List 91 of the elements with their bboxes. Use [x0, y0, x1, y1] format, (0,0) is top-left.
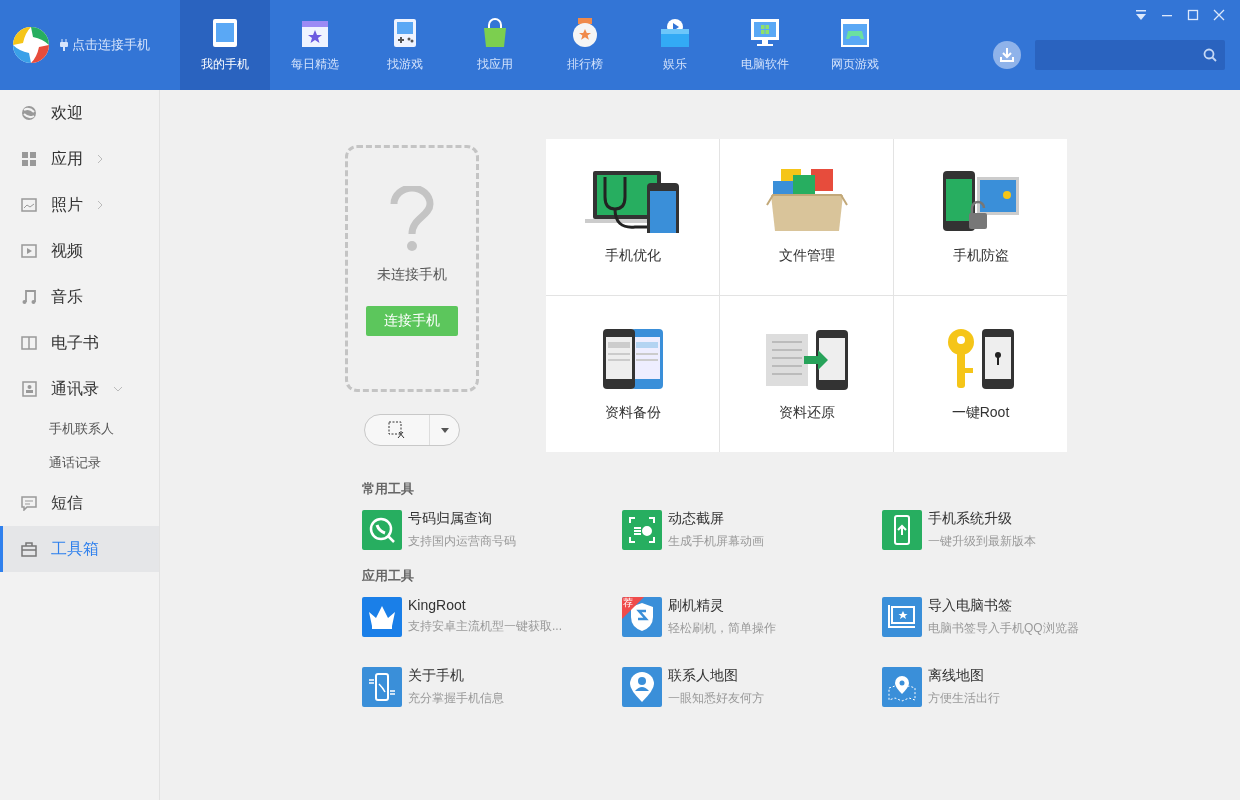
tool-item[interactable]: 导入电脑书签 电脑书签导入手机QQ浏览器	[882, 597, 1142, 637]
sidebar-item[interactable]: 应用	[0, 136, 159, 182]
tool-name: 联系人地图	[668, 667, 739, 685]
nav-tab[interactable]: 找游戏	[360, 0, 450, 90]
feature-tile[interactable]: 手机防盗	[894, 139, 1067, 295]
tool-name: 号码归属查询	[408, 510, 493, 528]
tool-name: 关于手机	[408, 667, 465, 685]
media-box-icon	[660, 17, 690, 48]
feature-tile[interactable]: 文件管理	[720, 139, 893, 295]
sidebar-item[interactable]: 视频	[0, 228, 159, 274]
tool-item[interactable]: 号码归属查询 支持国内运营商号码	[362, 510, 622, 550]
sidebar-item[interactable]: 欢迎	[0, 90, 159, 136]
tool-name: 离线地图	[928, 667, 985, 685]
tool-description: 充分掌握手机信息	[408, 690, 504, 707]
sidebar-subitem[interactable]: 手机联系人	[0, 412, 159, 446]
feature-tile[interactable]: 资料还原	[720, 296, 893, 452]
phone-status-text: 未连接手机	[377, 266, 447, 284]
sidebar-item[interactable]: 短信	[0, 480, 159, 526]
bookmark-screen-icon	[887, 603, 917, 631]
tool-description: 生成手机屏幕动画	[668, 533, 764, 550]
screenshot-split-button[interactable]	[364, 414, 460, 446]
tool-description: 轻松刷机，简单操作	[668, 620, 776, 637]
tool-description: 一键升级到最新版本	[928, 533, 1036, 550]
sidebar-item[interactable]: 通讯录	[0, 366, 159, 412]
tool-name: 刷机精灵	[668, 597, 725, 615]
nav-tab[interactable]: 网页游戏	[810, 0, 900, 90]
connect-phone-link[interactable]: 点击连接手机	[60, 36, 150, 54]
usb-plug-icon	[60, 39, 68, 51]
crop-scissors-icon	[387, 420, 407, 440]
message-icon	[21, 495, 37, 511]
tool-name: 手机系统升级	[928, 510, 1013, 528]
tool-item[interactable]: 荐 刷机精灵 轻松刷机，简单操作	[622, 597, 882, 637]
nav-tab[interactable]: 每日精选	[270, 0, 360, 90]
screen-capture-icon	[628, 516, 656, 544]
tool-description: 支持安卓主流机型一键获取...	[408, 618, 562, 635]
feature-tile[interactable]: 一键Root	[894, 296, 1067, 452]
nav-tab[interactable]: 我的手机	[180, 0, 270, 90]
close-icon[interactable]	[1213, 9, 1225, 21]
sidebar-item[interactable]: 照片	[0, 182, 159, 228]
tool-description: 方便生活出行	[928, 690, 1000, 707]
play-box-icon	[21, 244, 37, 258]
dropdown-menu-icon[interactable]	[1135, 9, 1147, 21]
nav-tab[interactable]: 娱乐	[630, 0, 720, 90]
monitor-icon	[750, 17, 780, 48]
search-field[interactable]	[1035, 40, 1225, 70]
tablet-icon	[212, 17, 238, 48]
tool-item[interactable]: 手机系统升级 一键升级到最新版本	[882, 510, 1142, 550]
browser-game-icon	[840, 17, 870, 48]
tool-item[interactable]: 联系人地图 一眼知悉好友何方	[622, 667, 882, 707]
tool-name: KingRoot	[408, 597, 467, 613]
app-logo-icon	[12, 26, 50, 64]
search-icon[interactable]	[1203, 48, 1217, 62]
shopping-bag-icon	[481, 17, 509, 48]
tool-item[interactable]: 动态截屏 生成手机屏幕动画	[622, 510, 882, 550]
feature-tile[interactable]: 手机优化	[546, 139, 719, 295]
music-note-icon	[21, 289, 37, 305]
person-pin-icon	[629, 671, 655, 703]
tool-item[interactable]: 关于手机 充分掌握手机信息	[362, 667, 622, 707]
section-title: 常用工具	[362, 480, 415, 498]
tool-name: 动态截屏	[668, 510, 725, 528]
sidebar-item[interactable]: 电子书	[0, 320, 159, 366]
caret-icon	[440, 427, 449, 433]
gamepad-icon	[393, 17, 417, 48]
sphere-logo-icon	[21, 105, 37, 121]
phone-search-icon	[368, 516, 396, 544]
book-icon	[21, 336, 37, 350]
nav-tab[interactable]: 电脑软件	[720, 0, 810, 90]
nav-tab[interactable]: 排行榜	[540, 0, 630, 90]
maximize-icon[interactable]	[1187, 9, 1199, 21]
download-button[interactable]	[993, 41, 1021, 69]
tool-name: 导入电脑书签	[928, 597, 1013, 615]
tool-description: 支持国内运营商号码	[408, 533, 516, 550]
key-phone-drawing	[945, 328, 1016, 390]
sidebar-subitem[interactable]: 通话记录	[0, 446, 159, 480]
tool-description: 一眼知悉好友何方	[668, 690, 764, 707]
sidebar-item[interactable]: 音乐	[0, 274, 159, 320]
image-icon	[21, 198, 37, 212]
tool-item[interactable]: KingRoot 支持安卓主流机型一键获取...	[362, 597, 622, 637]
nav-tab[interactable]: 找应用	[450, 0, 540, 90]
toolbox-icon	[21, 541, 37, 557]
question-mark-icon	[390, 186, 434, 252]
tool-description: 电脑书签导入手机QQ浏览器	[928, 620, 1079, 637]
download-icon	[999, 47, 1015, 63]
crown-icon	[367, 604, 397, 630]
grid-icon	[21, 151, 37, 167]
two-phones-drawing	[600, 328, 665, 390]
tool-item[interactable]: 离线地图 方便生活出行	[882, 667, 1142, 707]
section-title: 应用工具	[362, 567, 415, 585]
medal-icon	[571, 17, 599, 48]
feature-tile[interactable]: 资料备份	[546, 296, 719, 452]
contact-card-icon	[21, 381, 37, 397]
